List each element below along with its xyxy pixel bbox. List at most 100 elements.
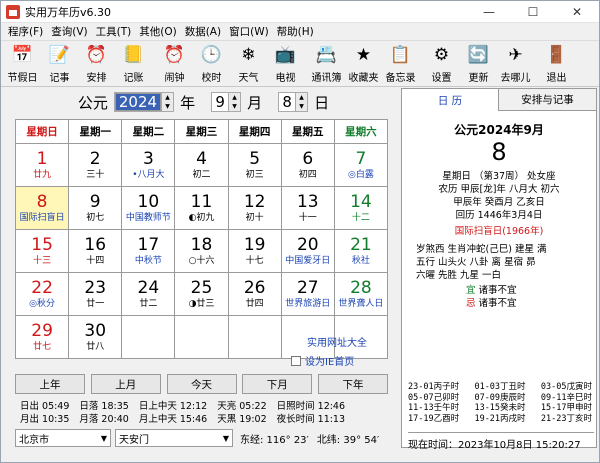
menu-query[interactable]: 查询(V) [47, 24, 91, 39]
prev-month-button[interactable]: 上月 [90, 374, 161, 394]
time-sync-icon: 🕒 [200, 44, 223, 65]
calendar-day-cell[interactable]: 5 初三 [227, 143, 282, 187]
calendar-day-cell[interactable]: 17 中秋节 [121, 229, 176, 273]
toolbar-button-time-sync[interactable]: 🕒 校时 [193, 43, 230, 84]
calendar-day-cell [174, 315, 229, 359]
calendar-day-cell[interactable]: 13 十一 [280, 186, 335, 230]
calendar-day-cell[interactable]: 7 ◎白露 [333, 143, 389, 187]
calendar-day-cell[interactable]: 27 世界旅游日 [280, 272, 335, 316]
calendar-day-cell[interactable]: 15 十三 [14, 229, 70, 273]
month-value[interactable]: 9 [212, 93, 228, 111]
city-select[interactable]: 北京市 ▼ [15, 429, 111, 447]
year-down-icon[interactable]: ▼ [162, 102, 174, 111]
day-spinner[interactable]: 8 ▲ ▼ [278, 92, 309, 112]
calendar-day-cell [121, 315, 176, 359]
calendar-day-cell[interactable]: 28 世界聋人日 [333, 272, 389, 316]
calendar-day-cell[interactable]: 26 廿四 [227, 272, 282, 316]
day-number: 5 [249, 149, 261, 169]
calendar-day-cell[interactable]: 9 初七 [68, 186, 123, 230]
calendar-day-cell[interactable]: 14 十二 [333, 186, 389, 230]
calendar-day-cell[interactable]: 12 初十 [227, 186, 282, 230]
calendar-day-cell[interactable]: 16 十四 [68, 229, 123, 273]
month-down-icon[interactable]: ▼ [229, 102, 241, 111]
calendar-day-cell[interactable]: 8 国际扫盲日 [14, 186, 70, 230]
calendar-day-cell[interactable]: 10 中国教师节 [121, 186, 176, 230]
calendar-day-cell[interactable]: 18 ○十六 [174, 229, 229, 273]
toolbar-button-tv[interactable]: 📺 电视 [267, 43, 304, 84]
month-up-icon[interactable]: ▲ [229, 93, 241, 102]
weekday-header: 星期六 [333, 119, 389, 144]
calendar-day-cell[interactable]: 1 廿九 [14, 143, 70, 187]
day-up-icon[interactable]: ▲ [296, 93, 308, 102]
prev-year-button[interactable]: 上年 [15, 374, 85, 394]
toolbar-button-travel[interactable]: ✈ 去哪儿 [497, 43, 534, 84]
calendar-day-cell[interactable]: 4 初二 [174, 143, 229, 187]
sun-time-item: 月落 20:40 [79, 414, 129, 425]
chevron-down-icon[interactable]: ▼ [220, 434, 232, 443]
toolbar-button-holiday[interactable]: 📅 节假日 [4, 43, 41, 84]
toolbar-button-settings[interactable]: ⚙ 设置 [423, 43, 460, 84]
month-spinner[interactable]: 9 ▲ ▼ [211, 92, 242, 112]
sun-time-item: 天亮 05:22 [217, 401, 267, 412]
calendar-day-cell[interactable]: 3 •八月大 [121, 143, 176, 187]
date-selector: 公元 2024 ▲ ▼ 年 9 ▲ ▼ 月 8 ▲ ▼ 日 [12, 87, 395, 117]
sun-time-item: 日上中天 12:12 [138, 401, 208, 412]
homepage-checkbox[interactable] [291, 355, 301, 366]
website-links[interactable]: 实用网址大全 [307, 334, 387, 349]
toolbar-label: 电视 [275, 73, 296, 84]
today-button[interactable]: 今天 [166, 374, 237, 394]
homepage-option[interactable]: 设为IE首页 [291, 353, 387, 368]
lunar-label: 中国教师节 [125, 213, 171, 223]
tab-schedule-notes[interactable]: 安排与记事 [499, 89, 596, 111]
toolbar-button-weather[interactable]: ❄ 天气 [230, 43, 267, 84]
toolbar-label: 收藏夹 [348, 73, 379, 84]
menu-help[interactable]: 帮助(H) [273, 24, 318, 39]
toolbar-button-favorites[interactable]: ★ 收藏夹 [345, 43, 382, 84]
calendar-day-cell[interactable]: 21 秋社 [333, 229, 389, 273]
calendar-day-cell[interactable]: 23 廿一 [68, 272, 123, 316]
toolbar-button-memo[interactable]: 📋 备忘录 [382, 43, 419, 84]
toolbar-button-ledger[interactable]: 📒 记账 [115, 43, 152, 84]
favorites-icon: ★ [355, 44, 372, 65]
calendar-day-cell[interactable]: 30 廿八 [68, 315, 123, 359]
calendar-day-cell[interactable]: 20 中国爱牙日 [280, 229, 335, 273]
lunar-label: 十二 [351, 213, 370, 223]
calendar-day-cell[interactable]: 19 十七 [227, 229, 282, 273]
menu-window[interactable]: 窗口(W) [225, 24, 273, 39]
day-down-icon[interactable]: ▼ [296, 102, 308, 111]
calendar-day-cell[interactable]: 2 三十 [68, 143, 123, 187]
toolbar-button-update[interactable]: 🔄 更新 [460, 43, 497, 84]
toolbar-button-schedule[interactable]: ⏰ 安排 [78, 43, 115, 84]
year-value[interactable]: 2024 [114, 93, 162, 111]
calendar-day-cell[interactable]: 29 廿七 [14, 315, 70, 359]
calendar-day-cell[interactable]: 22 ◎秋分 [14, 272, 70, 316]
menu-tools[interactable]: 工具(T) [92, 24, 136, 39]
next-year-button[interactable]: 下年 [318, 374, 388, 394]
toolbar-button-address-book[interactable]: 📇 通讯簿 [308, 43, 345, 84]
minimize-button[interactable]: — [467, 1, 511, 23]
place-select[interactable]: 天安门 ▼ [115, 429, 233, 447]
toolbar-button-exit[interactable]: 🚪 退出 [538, 43, 575, 84]
calendar-day-cell[interactable]: 6 初四 [280, 143, 335, 187]
year-up-icon[interactable]: ▲ [162, 93, 174, 102]
calendar-day-cell[interactable]: 11 ◐初九 [174, 186, 229, 230]
year-spinner[interactable]: 2024 ▲ ▼ [113, 92, 175, 112]
day-value[interactable]: 8 [279, 93, 295, 111]
close-button[interactable]: ✕ [555, 1, 599, 23]
toolbar-button-alarm-clock[interactable]: ⏰ 闹钟 [156, 43, 193, 84]
menu-data[interactable]: 数据(A) [181, 24, 225, 39]
lunar-label: ○十六 [188, 256, 215, 266]
detail-ganzhi: 甲辰年 癸酉月 乙亥日 [453, 197, 545, 208]
chinese-hour-item: 15-17甲申时 [540, 403, 592, 413]
holiday-icon: 📅 [11, 44, 34, 65]
menu-other[interactable]: 其他(O) [135, 24, 180, 39]
maximize-button[interactable]: ☐ [511, 1, 555, 23]
toolbar-button-notes[interactable]: 📝 记事 [41, 43, 78, 84]
chevron-down-icon[interactable]: ▼ [98, 434, 110, 443]
menu-program[interactable]: 程序(F) [4, 24, 47, 39]
calendar-day-cell[interactable]: 25 ◑廿三 [174, 272, 229, 316]
calendar-day-cell[interactable]: 24 廿二 [121, 272, 176, 316]
day-number: 10 [137, 192, 160, 212]
tab-calendar[interactable]: 日 历 [402, 89, 499, 111]
next-month-button[interactable]: 下月 [242, 374, 313, 394]
